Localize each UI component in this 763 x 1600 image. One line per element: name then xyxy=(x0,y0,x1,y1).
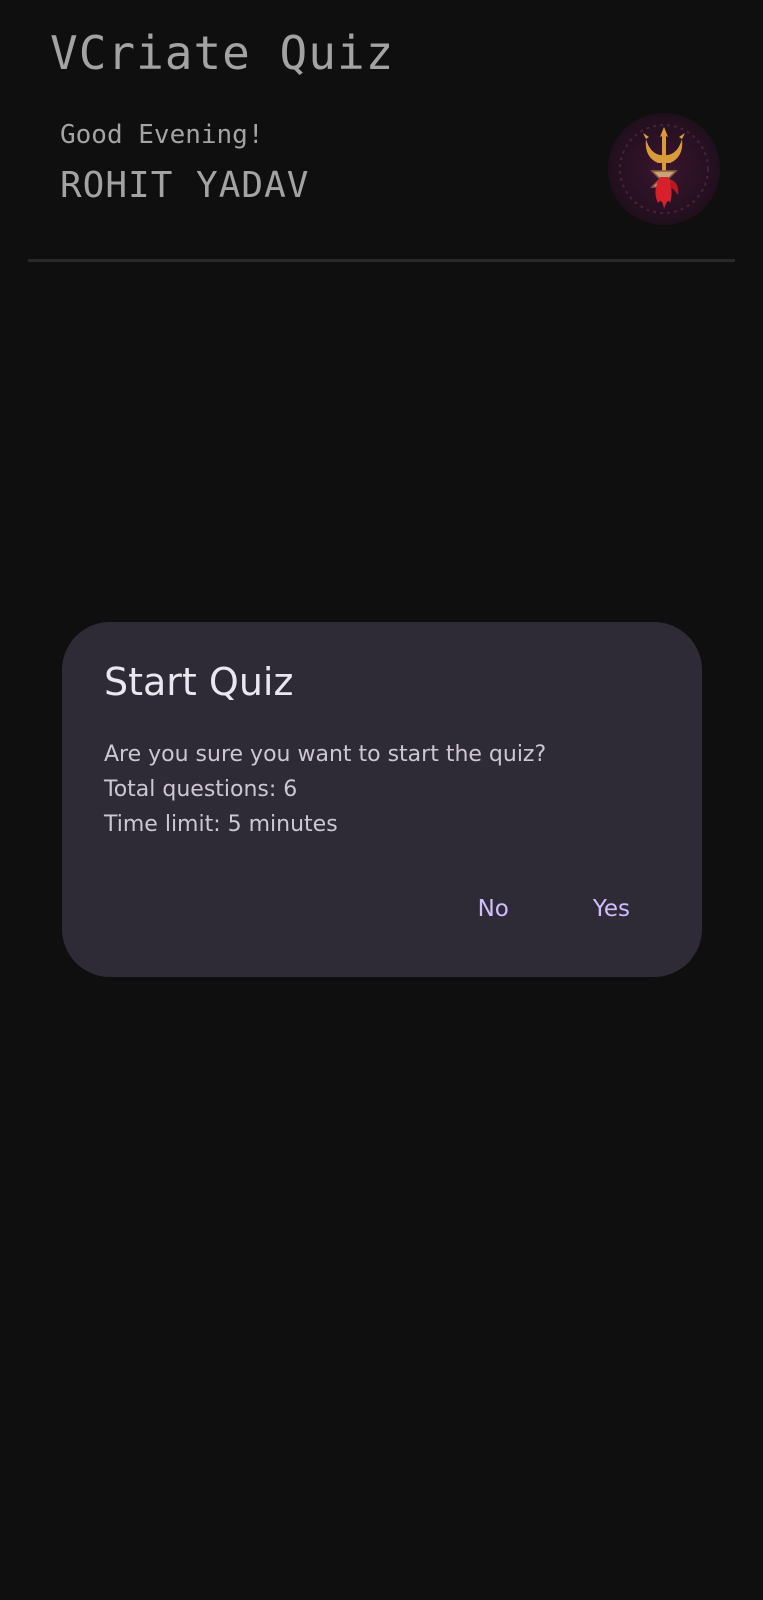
dialog-title: Start Quiz xyxy=(104,660,294,704)
start-quiz-dialog: Start Quiz Are you sure you want to star… xyxy=(62,622,702,977)
time-limit-text: Time limit: 5 minutes xyxy=(104,812,338,837)
dialog-message: Are you sure you want to start the quiz?… xyxy=(104,737,546,842)
yes-button[interactable]: Yes xyxy=(581,890,642,928)
total-questions-text: Total questions: 6 xyxy=(104,777,298,802)
confirm-question-text: Are you sure you want to start the quiz? xyxy=(104,742,547,767)
no-button[interactable]: No xyxy=(466,890,521,928)
dialog-actions: No Yes xyxy=(466,890,642,928)
